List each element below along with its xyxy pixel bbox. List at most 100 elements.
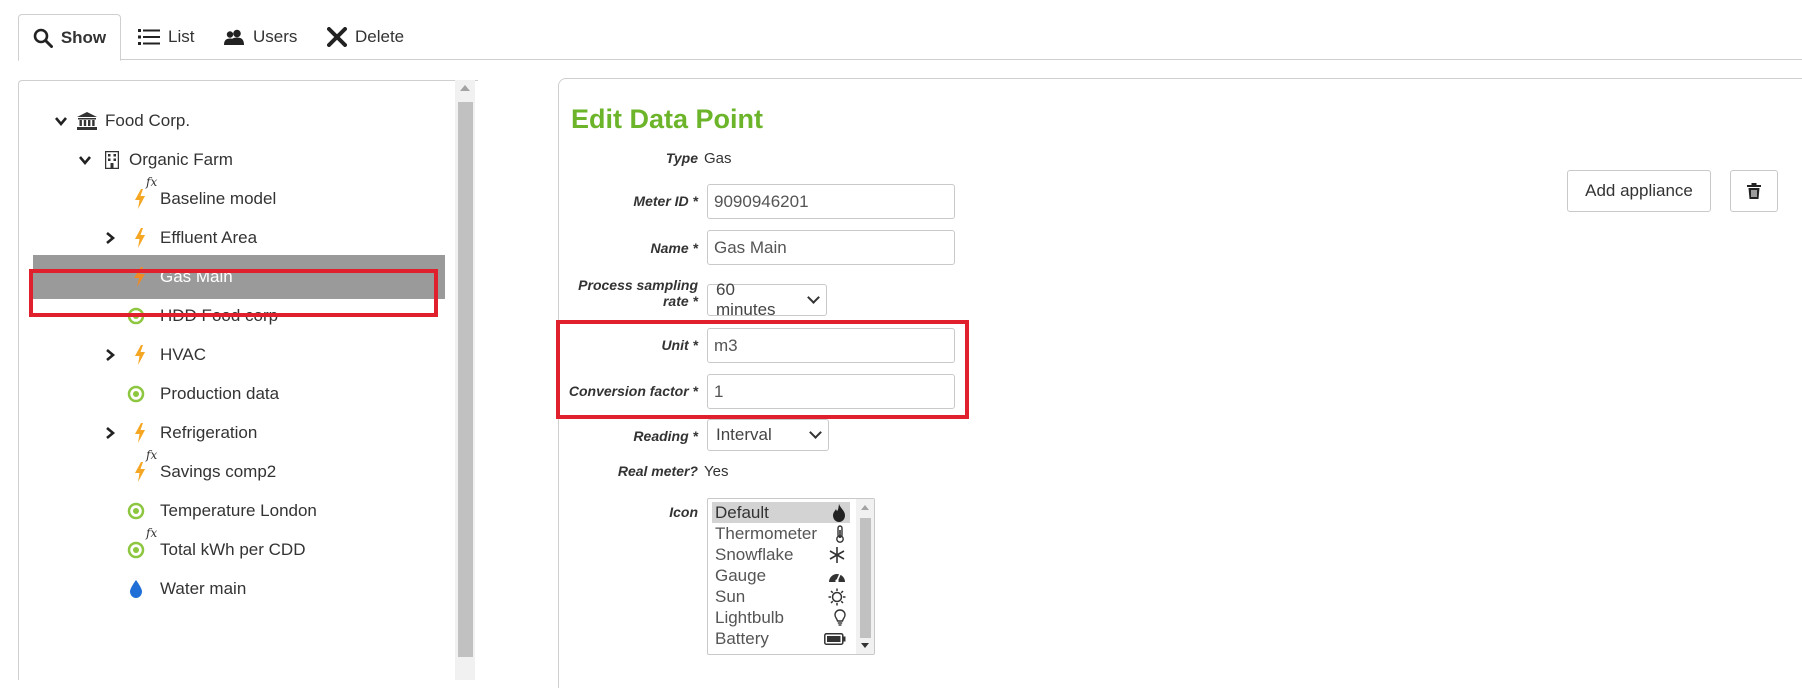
tab-list[interactable]: List [138, 14, 194, 60]
reading-select[interactable]: Interval [707, 419, 829, 451]
tab-show[interactable]: Show [18, 14, 121, 61]
icon-option-lightbulb[interactable]: Lightbulb [712, 607, 850, 628]
tree-item-label: Refrigeration [160, 423, 258, 442]
formula-icon: fx [146, 175, 158, 189]
tree-item-refrigeration[interactable]: Refrigeration [19, 411, 459, 455]
reading-value: Interval [716, 425, 772, 444]
target-icon [126, 382, 146, 406]
icon-option-thermometer[interactable]: Thermometer [712, 523, 850, 544]
droplet-icon [126, 577, 146, 601]
target-icon [126, 499, 146, 523]
add-appliance-button[interactable]: Add appliance [1567, 170, 1711, 212]
chevron-down-icon [807, 291, 820, 304]
meter-id-input[interactable]: 9090946201 [707, 184, 955, 219]
tree-panel: Food Corp. Organic Farm fx Baseline mode… [18, 80, 478, 680]
delete-button[interactable] [1730, 170, 1778, 212]
icon-option-label: Snowflake [715, 544, 794, 564]
real-meter-value: Yes [704, 463, 729, 480]
tree-item-savings-comp2[interactable]: fx Savings comp2 [19, 448, 459, 494]
icon-option-label: Thermometer [715, 523, 818, 543]
icon-option-label: Lightbulb [715, 607, 785, 627]
target-icon [126, 538, 146, 562]
scroll-thumb[interactable] [860, 518, 871, 638]
tab-delete-label: Delete [355, 27, 405, 46]
sun-icon [828, 588, 846, 605]
icon-option-gauge[interactable]: Gauge [712, 565, 850, 586]
scroll-thumb[interactable] [458, 102, 473, 657]
icon-option-battery[interactable]: Battery [712, 628, 850, 649]
tree-item-label: Production data [160, 384, 280, 403]
sampling-rate-label-line2: rate * [662, 293, 698, 309]
sampling-rate-label: Process sampling rate * [548, 277, 698, 309]
tab-users-label: Users [253, 27, 298, 46]
sampling-rate-label-line1: Process sampling [578, 277, 698, 293]
meter-id-label: Meter ID * [633, 193, 698, 209]
name-input[interactable]: Gas Main [707, 230, 955, 265]
bolt-icon [130, 460, 150, 484]
bolt-icon [130, 187, 150, 211]
chevron-right-icon[interactable] [103, 231, 117, 245]
icon-option-label: Sun [715, 586, 746, 606]
snowflake-icon [829, 546, 845, 563]
tree-item-water-main[interactable]: Water main [19, 567, 459, 611]
gauge-icon [829, 573, 845, 583]
type-value: Gas [704, 150, 732, 167]
tree-item-label: Effluent Area [160, 228, 258, 247]
icon-option-sun[interactable]: Sun [712, 586, 850, 607]
tree-item-label: Organic Farm [129, 150, 233, 169]
selection-highlight [29, 269, 438, 317]
formula-icon: fx [146, 448, 158, 462]
tab-delete[interactable]: Delete [327, 14, 404, 60]
scroll-down-icon[interactable] [861, 643, 869, 648]
close-icon [327, 27, 347, 47]
scroll-up-icon[interactable] [861, 505, 869, 510]
name-label: Name * [650, 240, 698, 256]
trash-icon [1747, 183, 1761, 199]
page-title: Edit Data Point [571, 104, 764, 134]
chevron-down-icon[interactable] [78, 153, 92, 167]
icon-option-snowflake[interactable]: Snowflake [712, 544, 850, 565]
tree-item-production-data[interactable]: Production data [19, 372, 459, 416]
icon-option-default[interactable]: Default [712, 502, 850, 523]
tree-item-baseline-model[interactable]: fx Baseline model [19, 175, 459, 221]
sampling-rate-select[interactable]: 60 minutes [707, 280, 827, 319]
sampling-rate-value: 60 minutes [716, 280, 776, 319]
tree-item-label: Food Corp. [105, 111, 191, 130]
icon-listbox[interactable]: Default Thermometer Snowflake Gauge Sun … [707, 498, 875, 655]
bolt-icon [130, 421, 150, 445]
tree-item-label: Temperature London [160, 501, 317, 520]
flame-icon [833, 503, 845, 522]
tree-item-food-corp[interactable]: Food Corp. [19, 99, 459, 143]
bolt-icon [130, 226, 150, 250]
tree-item-total-kwh-per-cdd[interactable]: fx Total kWh per CDD [19, 526, 459, 572]
icon-option-label: Battery [715, 628, 769, 648]
icon-list-scrollbar[interactable] [856, 499, 874, 654]
tab-users[interactable]: Users [223, 14, 297, 60]
list-icon [138, 29, 160, 45]
tree-item-hvac[interactable]: HVAC [19, 333, 459, 377]
chevron-down-icon[interactable] [54, 114, 68, 128]
thermometer-icon [836, 524, 844, 543]
formula-icon: fx [146, 526, 158, 540]
tree-item-label: Baseline model [160, 189, 277, 208]
reading-label: Reading * [633, 428, 698, 444]
tree-item-effluent-area[interactable]: Effluent Area [19, 216, 459, 260]
tree-item-organic-farm[interactable]: Organic Farm [19, 138, 459, 182]
search-icon [33, 28, 53, 48]
type-label: Type [665, 150, 698, 166]
unit-conversion-highlight [556, 320, 969, 419]
real-meter-label: Real meter? [617, 463, 698, 479]
tab-bar: Show List Users Delete [18, 14, 1802, 61]
scroll-up-icon[interactable] [460, 85, 470, 91]
tab-show-label: Show [60, 27, 107, 47]
tree-item-label: HVAC [160, 345, 206, 364]
building-icon [102, 148, 122, 172]
chevron-right-icon[interactable] [103, 348, 117, 362]
tree-item-temperature-london[interactable]: Temperature London [19, 489, 459, 533]
tree-scrollbar[interactable] [455, 80, 475, 680]
tree-item-label: Savings comp2 [160, 462, 277, 481]
lightbulb-icon [834, 608, 846, 626]
chevron-down-icon [809, 426, 822, 439]
battery-icon [824, 632, 846, 645]
chevron-right-icon[interactable] [103, 426, 117, 440]
